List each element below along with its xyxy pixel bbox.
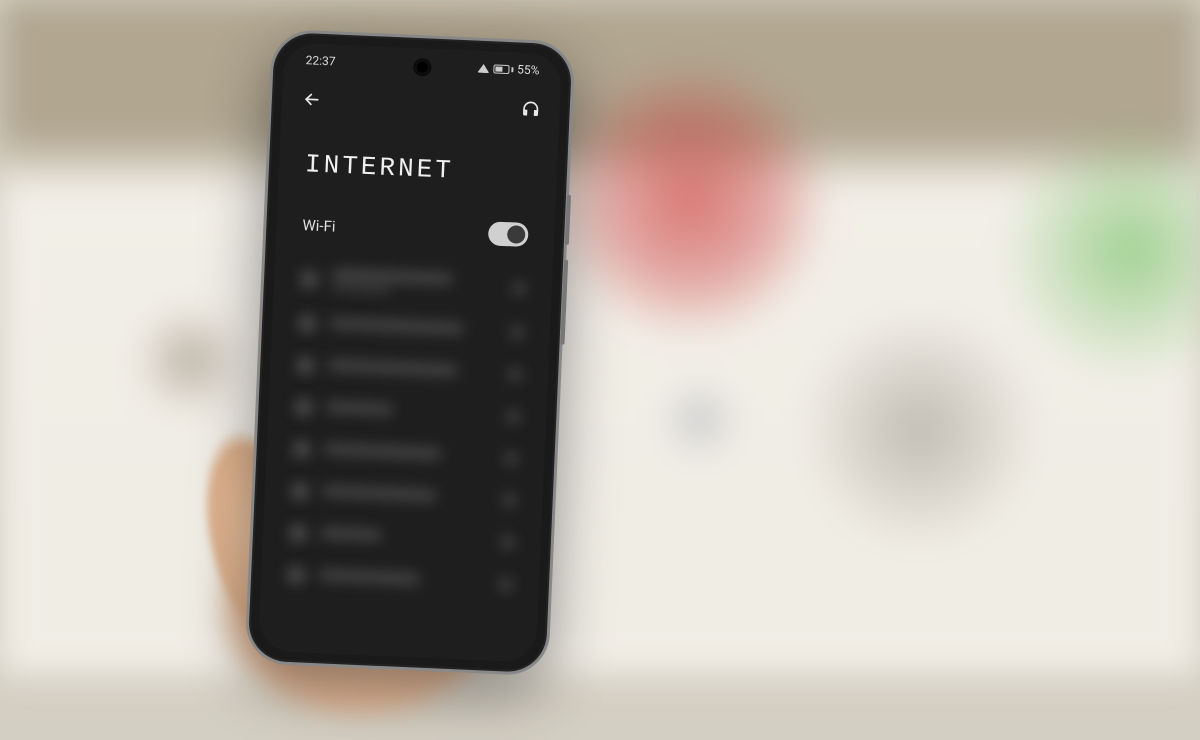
network-item[interactable]: [280, 554, 520, 606]
wifi-icon: [294, 398, 313, 417]
lock-icon: [506, 409, 521, 424]
app-bar: [281, 86, 560, 122]
lock-icon: [502, 493, 517, 508]
battery-percent: 55%: [517, 62, 540, 77]
wifi-icon: [292, 440, 311, 459]
lock-icon: [501, 535, 516, 550]
wifi-icon: [300, 270, 319, 289]
wifi-icon: [289, 524, 308, 543]
status-bar: 22:37 55%: [283, 52, 561, 78]
wifi-toggle-row: Wi-Fi: [276, 212, 555, 248]
phone-screen: 22:37 55% INTERNET: [258, 42, 562, 663]
headphones-icon: [519, 98, 542, 121]
wifi-signal-icon: [477, 63, 489, 73]
status-time: 22:37: [305, 53, 335, 68]
toggle-thumb: [507, 225, 526, 244]
wifi-icon: [298, 314, 317, 333]
lock-icon: [508, 367, 523, 382]
wifi-icon: [287, 566, 306, 585]
wifi-toggle[interactable]: [488, 221, 529, 247]
wifi-label: Wi-Fi: [302, 216, 336, 235]
wifi-icon: [290, 482, 309, 501]
back-button[interactable]: [299, 87, 324, 112]
wifi-icon: [296, 356, 315, 375]
page-title: INTERNET: [304, 149, 454, 185]
lock-icon: [512, 281, 527, 296]
lock-icon: [504, 451, 519, 466]
battery-indicator: [493, 64, 513, 74]
phone-frame: 22:37 55% INTERNET: [244, 29, 575, 677]
lock-icon: [499, 577, 514, 592]
network-list[interactable]: [258, 254, 553, 663]
lock-icon: [510, 325, 525, 340]
